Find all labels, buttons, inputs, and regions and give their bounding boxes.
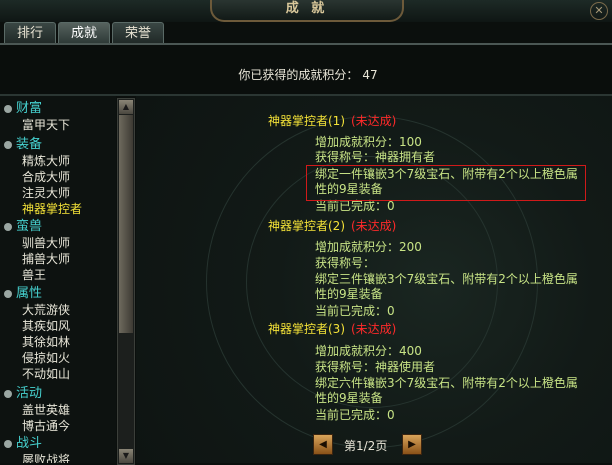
score-value: 47 — [362, 68, 378, 82]
achievement-reward: 获得称号：神器使用者 — [315, 360, 436, 374]
list-item[interactable]: 注灵大师 — [22, 185, 70, 201]
list-item[interactable]: 侵掠如火 — [22, 350, 70, 366]
achievement-status: (未达成) — [351, 219, 397, 233]
achievement-reward: 获得称号：神器拥有者 — [315, 150, 436, 164]
category-wealth[interactable]: 财富 — [4, 101, 42, 117]
tab-achievements[interactable]: 成就 — [58, 22, 110, 44]
scroll-down-icon[interactable]: ▼ — [119, 449, 133, 463]
list-item[interactable]: 不动如山 — [22, 366, 70, 382]
bullet-icon — [4, 389, 12, 398]
category-equipment[interactable]: 装备 — [4, 137, 42, 153]
tab-honor[interactable]: 荣誉 — [112, 22, 164, 44]
category-events[interactable]: 活动 — [4, 386, 42, 402]
list-item[interactable]: 屡败战将 — [22, 452, 70, 463]
bullet-icon — [4, 140, 12, 149]
achievement-points: 增加成就积分：400 — [315, 344, 422, 358]
category-beast[interactable]: 蛮兽 — [4, 219, 42, 235]
list-item[interactable]: 驯兽大师 — [22, 235, 70, 251]
achievement-title: 神器掌控者(2) (未达成) — [268, 219, 397, 233]
close-icon[interactable]: ✕ — [590, 2, 608, 20]
list-item[interactable]: 捕兽大师 — [22, 251, 70, 267]
list-item-selected[interactable]: 神器掌控者 — [22, 201, 82, 217]
achievement-progress: 当前已完成：0 — [315, 408, 395, 422]
window-title: 成 就 — [210, 0, 404, 22]
list-item[interactable]: 其徐如林 — [22, 334, 70, 350]
achievement-progress: 当前已完成：0 — [315, 199, 395, 213]
bullet-icon — [4, 289, 12, 298]
tab-ranking[interactable]: 排行 — [4, 22, 56, 44]
achievement-status: (未达成) — [351, 322, 397, 336]
achievement-description: 性的9星装备 — [315, 287, 383, 301]
scroll-up-icon[interactable]: ▲ — [119, 100, 133, 114]
achievement-points: 增加成就积分：100 — [315, 135, 422, 149]
page-indicator: 第1/2页 — [344, 439, 388, 453]
category-attributes[interactable]: 属性 — [4, 286, 42, 302]
prev-page-button[interactable]: ◀ — [313, 434, 333, 455]
score-label: 你已获得的成就积分： — [238, 68, 359, 82]
description-highlight-box — [306, 165, 586, 201]
achievement-progress: 当前已完成：0 — [315, 304, 395, 318]
achievement-status: (未达成) — [351, 114, 397, 128]
achievement-description: 绑定六件镶嵌3个7级宝石、附带有2个以上橙色属 — [315, 376, 578, 390]
list-item[interactable]: 精炼大师 — [22, 153, 70, 169]
bullet-icon — [4, 104, 12, 113]
achievement-description: 绑定三件镶嵌3个7级宝石、附带有2个以上橙色属 — [315, 272, 578, 286]
list-item[interactable]: 盖世英雄 — [22, 402, 70, 418]
next-page-button[interactable]: ▶ — [402, 434, 422, 455]
scroll-thumb[interactable] — [119, 115, 133, 333]
bullet-icon — [4, 439, 12, 448]
achievement-reward: 获得称号： — [315, 256, 376, 270]
tab-bar: 排行 成就 荣誉 — [4, 22, 164, 44]
achievement-title: 神器掌控者(3) (未达成) — [268, 322, 397, 336]
list-item[interactable]: 兽王 — [22, 267, 46, 283]
achievement-points: 增加成就积分：200 — [315, 240, 422, 254]
list-item[interactable]: 大荒游侠 — [22, 302, 70, 318]
achievement-title: 神器掌控者(1) (未达成) — [268, 114, 397, 128]
achievement-description: 性的9星装备 — [315, 391, 383, 405]
bullet-icon — [4, 222, 12, 231]
list-item[interactable]: 博古通今 — [22, 418, 70, 434]
achievement-score: 你已获得的成就积分： 47 — [0, 66, 612, 83]
category-scrollbar[interactable]: ▲ ▼ — [117, 98, 135, 465]
list-item[interactable]: 合成大师 — [22, 169, 70, 185]
category-list: 财富 富甲天下 装备 精炼大师 合成大师 注灵大师 神器掌控者 蛮兽 驯兽大师 … — [0, 96, 116, 463]
list-item[interactable]: 富甲天下 — [22, 117, 70, 133]
category-battle[interactable]: 战斗 — [4, 436, 42, 452]
list-item[interactable]: 其疾如风 — [22, 318, 70, 334]
